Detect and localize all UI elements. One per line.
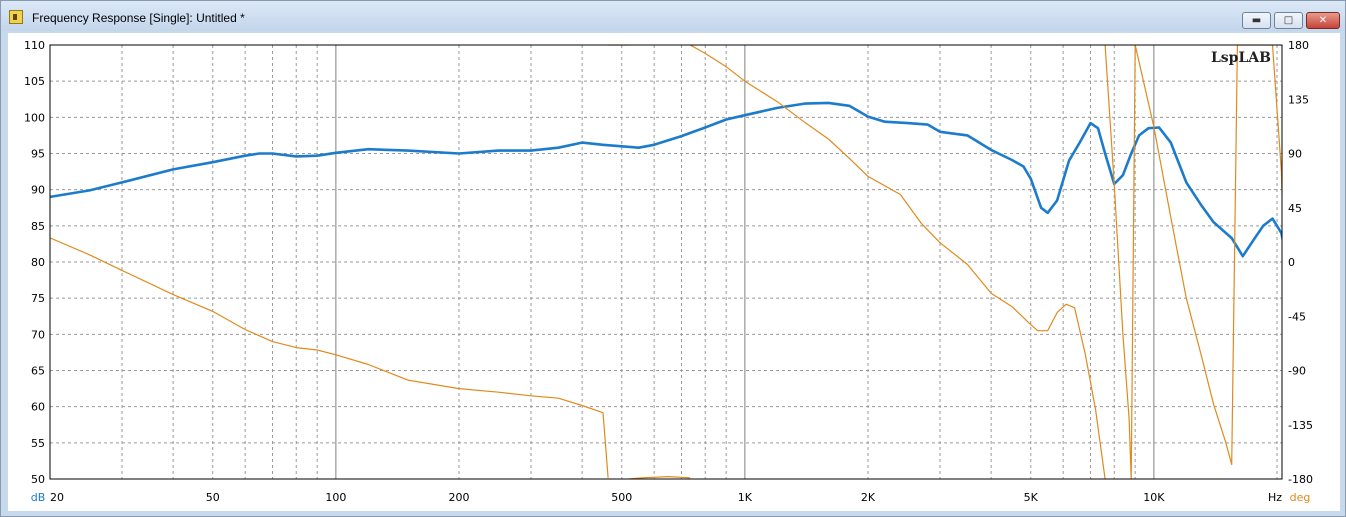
y-left-tick-label: 90 [31,184,45,197]
brand-logo-text: LspLAB [1211,50,1271,66]
y-left-tick-label: 80 [31,256,45,269]
speaker-app-icon[interactable] [9,10,23,24]
y-right-tick-label: 45 [1288,202,1302,215]
y-left-tick-label: 85 [31,220,45,233]
y-left-tick-label: 110 [24,39,45,52]
x-unit: Hz [1268,491,1282,504]
title-bar[interactable]: Frequency Response [Single]: Untitled * … [1,1,1345,31]
maximize-button[interactable]: □ [1274,12,1303,29]
y-right-tick-label: 135 [1288,93,1309,106]
y-left-unit: dB [31,491,46,504]
window-title: Frequency Response [Single]: Untitled * [32,11,245,25]
y-left-tick-label: 55 [31,437,45,450]
frequency-response-chart: 110 105 100 95 90 85 80 75 70 65 60 55 50 180 135 90 45 0… [24,39,1313,504]
y-right-tick-label: 180 [1288,39,1309,52]
y-right-unit: deg [1290,491,1311,504]
x-tick-label: 500 [611,491,632,504]
y-right-tick-label: -90 [1288,365,1306,378]
x-tick-label: 200 [449,491,470,504]
y-left-tick-label: 60 [31,401,45,414]
x-tick-label: 20 [50,491,64,504]
x-tick-label: 2K [861,491,876,504]
plot-background [50,45,1282,479]
y-left-tick-label: 70 [31,328,45,341]
x-tick-label: 100 [325,491,346,504]
y-right-tick-label: 90 [1288,148,1302,161]
minimize-button[interactable]: ▬ [1242,12,1271,29]
x-tick-label: 5K [1024,491,1039,504]
y-left-tick-label: 105 [24,75,45,88]
x-tick-label: 1K [738,491,753,504]
app-window: Frequency Response [Single]: Untitled * … [0,0,1346,517]
x-tick-label: 10K [1143,491,1165,504]
y-left-tick-label: 65 [31,365,45,378]
chart-area: 110 105 100 95 90 85 80 75 70 65 60 55 50 180 135 90 45 0… [8,33,1340,511]
y-right-tick-label: -135 [1288,419,1313,432]
y-right-tick-label: 0 [1288,256,1295,269]
y-right-tick-label: -180 [1288,473,1313,486]
y-left-tick-label: 75 [31,292,45,305]
y-right-tick-label: -45 [1288,310,1306,323]
y-left-tick-label: 50 [31,473,45,486]
close-button[interactable]: ✕ [1306,12,1340,29]
x-tick-label: 50 [206,491,220,504]
y-left-tick-label: 100 [24,111,45,124]
y-left-tick-label: 95 [31,148,45,161]
